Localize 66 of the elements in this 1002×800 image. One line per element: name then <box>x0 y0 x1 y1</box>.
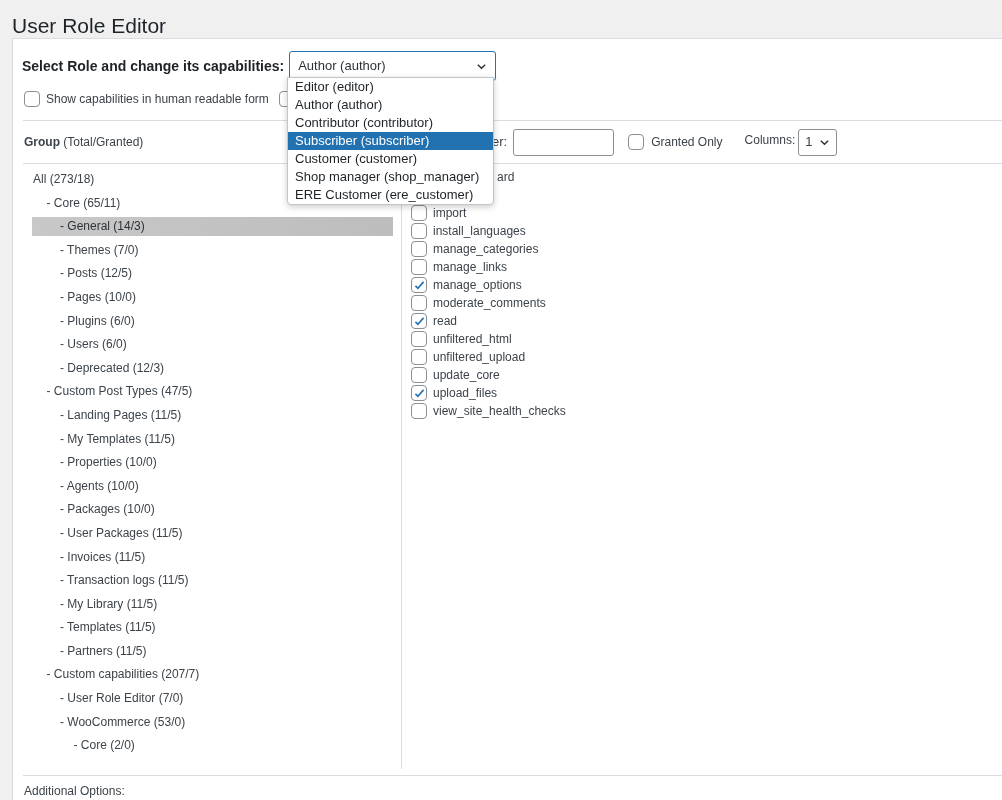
tree-item[interactable]: - Themes (7/0) <box>32 240 393 260</box>
checkbox[interactable] <box>24 91 40 107</box>
capability-label: import <box>433 205 467 222</box>
tree-item[interactable]: - Properties (10/0) <box>32 453 393 473</box>
role-option[interactable]: Customer (customer) <box>288 150 493 168</box>
checkbox[interactable] <box>411 385 427 401</box>
tree-item[interactable]: - Landing Pages (11/5) <box>32 405 393 425</box>
tree-item[interactable]: - Templates (11/5) <box>32 618 393 638</box>
checkbox[interactable] <box>411 295 427 311</box>
checkbox[interactable] <box>411 223 427 239</box>
capability-label: moderate_comments <box>433 295 546 312</box>
role-option[interactable]: ERE Customer (ere_customer) <box>288 186 493 204</box>
tree-item[interactable]: - Posts (12/5) <box>32 264 393 284</box>
role-option[interactable]: Subscriber (subscriber) <box>288 132 493 150</box>
capability-label: unfiltered_upload <box>433 349 526 366</box>
tree-item[interactable]: - Plugins (6/0) <box>32 311 393 331</box>
capability-label: ard <box>497 169 516 186</box>
checkbox[interactable] <box>411 241 427 257</box>
tree-item[interactable]: - User Packages (11/5) <box>32 523 393 543</box>
tree-item[interactable]: - Packages (10/0) <box>32 500 393 520</box>
checkbox[interactable] <box>411 259 427 275</box>
tree-item[interactable]: - Invoices (11/5) <box>32 547 393 567</box>
capability-label: view_site_health_checks <box>433 403 566 420</box>
tree-item[interactable]: - Custom capabilities (207/7) <box>32 665 393 685</box>
tree-item[interactable]: - Users (6/0) <box>32 335 393 355</box>
page-title: User Role Editor <box>12 13 167 39</box>
role-select-label: Select Role and change its capabilities: <box>22 56 285 76</box>
role-option[interactable]: Editor (editor) <box>288 78 493 96</box>
tree-item[interactable]: - Partners (11/5) <box>32 641 393 661</box>
tree-item[interactable]: - Core (2/0) <box>32 736 393 756</box>
capability-label: manage_links <box>433 259 508 276</box>
capability-label: unfiltered_html <box>433 331 512 348</box>
capability-label: upload_files <box>433 385 498 402</box>
role-option[interactable]: Contributor (contributor) <box>288 114 493 132</box>
tree-item[interactable]: - Deprecated (12/3) <box>32 358 393 378</box>
role-option[interactable]: Shop manager (shop_manager) <box>288 168 493 186</box>
checkbox[interactable] <box>411 367 427 383</box>
tree-item[interactable]: - My Library (11/5) <box>32 594 393 614</box>
tree-item[interactable]: - Transaction logs (11/5) <box>32 571 393 591</box>
tree-item[interactable]: - General (14/3) <box>32 217 393 237</box>
checkbox[interactable] <box>411 349 427 365</box>
tree-item[interactable]: - Agents (10/0) <box>32 476 393 496</box>
checkbox-label: Granted Only <box>651 134 723 151</box>
additional-options-label: Additional Options: <box>24 783 126 800</box>
role-option[interactable]: Author (author) <box>288 96 493 114</box>
capability-label: install_languages <box>433 223 526 240</box>
capability-label: manage_categories <box>433 241 539 258</box>
columns-select[interactable]: 1 <box>798 128 838 156</box>
checkbox[interactable] <box>411 277 427 293</box>
checkbox[interactable] <box>628 134 645 150</box>
group-header: Group (Total/Granted) <box>24 135 144 149</box>
filter-input[interactable] <box>513 128 615 156</box>
capability-label: read <box>433 313 458 330</box>
tree-item[interactable]: - My Templates (11/5) <box>32 429 393 449</box>
tree-item[interactable]: - User Role Editor (7/0) <box>32 689 393 709</box>
capability-label: update_core <box>433 367 500 384</box>
tree-item[interactable]: - Custom Post Types (47/5) <box>32 382 393 402</box>
tree-item[interactable]: - WooCommerce (53/0) <box>32 712 393 732</box>
columns-label: Columns: <box>744 132 796 149</box>
checkbox[interactable] <box>411 331 427 347</box>
checkbox[interactable] <box>411 403 427 419</box>
tree-item[interactable]: - Pages (10/0) <box>32 287 393 307</box>
checkbox[interactable] <box>411 205 427 221</box>
capability-label: manage_options <box>433 277 522 294</box>
checkbox-label: Show capabilities in human readable form <box>46 91 269 108</box>
checkbox[interactable] <box>411 313 427 329</box>
